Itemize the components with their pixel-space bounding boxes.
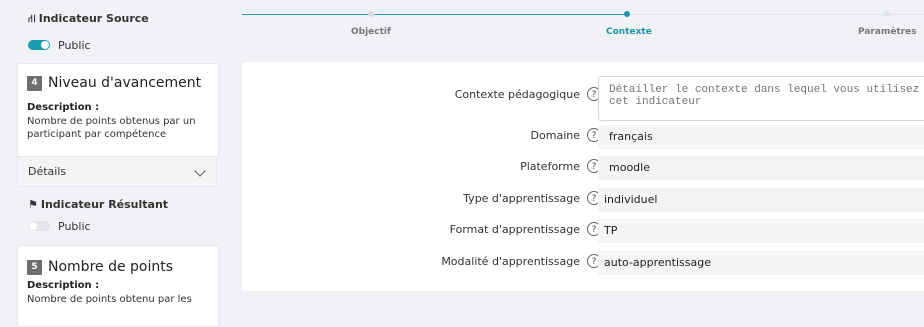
step-dot-contexte: [624, 11, 630, 17]
source-public-toggle-row[interactable]: Public: [28, 37, 91, 53]
context-form-panel: Contexte pédagogique ? Domaine ? françai…: [242, 62, 924, 291]
stepper-remaining-line: [626, 14, 924, 15]
step-contexte[interactable]: Contexte: [606, 27, 652, 37]
card-description-text: Nombre de points obtenu par les: [27, 294, 192, 305]
domaine-field[interactable]: français: [598, 125, 924, 149]
modalite-apprentissage-label: Modalité d'apprentissage: [441, 255, 580, 268]
card-title-text: Niveau d'avancement: [48, 75, 202, 91]
result-indicator-title: Indicateur Résultant: [40, 198, 169, 211]
stepper-progress-line: [242, 14, 626, 15]
type-apprentissage-field[interactable]: individuel: [598, 188, 924, 212]
source-indicator-header: ⛙ Indicateur Source: [28, 12, 149, 27]
plateforme-field[interactable]: moodle: [598, 156, 924, 180]
field-row-type: Type d'apprentissage ? individuel: [242, 188, 924, 212]
card-description-label: Description :: [27, 280, 100, 291]
field-row-modalite: Modalité d'apprentissage ? auto-apprenti…: [242, 251, 924, 275]
source-public-label: Public: [58, 38, 91, 52]
sidebar: ⛙ Indicateur Source Public 4 Niveau d'ava…: [0, 0, 232, 327]
field-row-domaine: Domaine ? français: [242, 125, 924, 149]
step-objectif[interactable]: Objectif: [351, 27, 391, 37]
plateforme-label: Plateforme: [520, 160, 580, 173]
result-public-toggle[interactable]: [28, 221, 50, 231]
card-title: 4 Niveau d'avancement: [27, 75, 201, 91]
format-apprentissage-label: Format d'apprentissage: [449, 223, 580, 236]
card-title-text: Nombre de points: [48, 259, 174, 275]
step-dot-objectif: [368, 11, 374, 17]
card-number-badge: 4: [27, 75, 42, 91]
result-public-toggle-row[interactable]: Public: [28, 218, 91, 234]
field-row-format: Format d'apprentissage ? TP: [242, 219, 924, 243]
card-number-badge: 5: [27, 259, 42, 275]
step-dot-parametres: [884, 11, 890, 17]
sitemap-icon: ⛙: [28, 12, 36, 25]
details-dropdown[interactable]: Détails: [17, 156, 217, 187]
indicator-card-result[interactable]: 5 Nombre de points Description : Nombre …: [17, 245, 219, 327]
field-row-contexte: Contexte pédagogique ?: [242, 76, 924, 121]
contexte-label: Contexte pédagogique: [454, 88, 580, 101]
field-row-plateforme: Plateforme ? moodle: [242, 156, 924, 180]
result-indicator-header: ⚑ Indicateur Résultant: [28, 198, 168, 211]
step-parametres[interactable]: Paramètres: [858, 27, 917, 37]
domaine-label: Domaine: [530, 129, 580, 142]
result-public-label: Public: [58, 219, 91, 233]
source-public-toggle[interactable]: [28, 40, 50, 50]
type-apprentissage-label: Type d'apprentissage: [463, 192, 580, 205]
wizard-stepper: Objectif Contexte Paramètres: [242, 0, 924, 50]
chevron-down-icon: [194, 165, 206, 177]
card-title: 5 Nombre de points: [27, 259, 173, 275]
source-indicator-title: Indicateur Source: [38, 12, 149, 25]
format-apprentissage-field[interactable]: TP: [598, 219, 924, 243]
card-description-text: Nombre de points obtenus par un particip…: [27, 116, 196, 140]
modalite-apprentissage-field[interactable]: auto-apprentissage: [598, 251, 924, 275]
indicator-card-source[interactable]: 4 Niveau d'avancement Description : Nomb…: [17, 63, 219, 158]
flag-icon: ⚑: [28, 198, 38, 211]
contexte-textarea[interactable]: [598, 76, 924, 121]
card-description-label: Description :: [27, 102, 100, 113]
details-label: Détails: [28, 165, 67, 178]
